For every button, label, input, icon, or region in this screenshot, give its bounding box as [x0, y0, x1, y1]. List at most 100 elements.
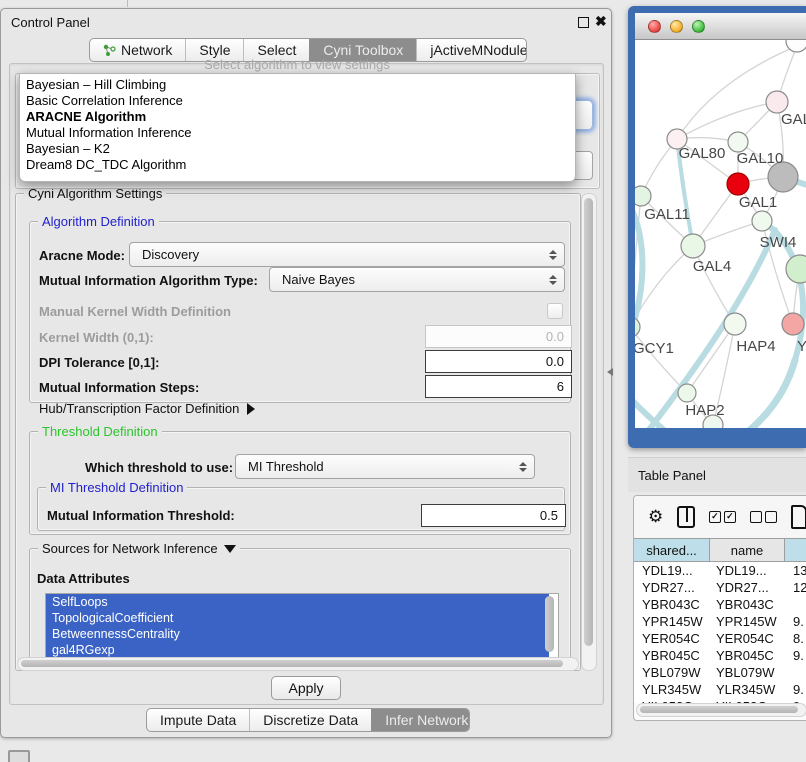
table-hscrollbar[interactable] — [636, 703, 806, 717]
mi-threshold-field[interactable]: 0.5 — [421, 504, 566, 527]
kernel-width-label: Kernel Width (0,1): — [39, 330, 154, 345]
tab-network-label: Network — [121, 42, 172, 58]
cell-shared: YDL19... — [634, 563, 712, 578]
aracne-mode-label: Aracne Mode: — [39, 248, 125, 263]
dropdown-item[interactable]: Mutual Information Inference — [20, 125, 575, 141]
algorithm-select[interactable]: Select algorithm to view settings — [19, 57, 575, 72]
node-label: GAL1 — [739, 194, 777, 211]
cell-shared: YBL079W — [634, 665, 712, 680]
node-label: Y — [797, 338, 806, 355]
split-divider-arrow-icon[interactable] — [607, 368, 613, 376]
cell-extra: 13 — [789, 563, 806, 578]
gear-icon[interactable]: ⚙ — [648, 507, 663, 527]
table-row[interactable]: YDR27... YDR27... 12 — [634, 579, 806, 596]
dpi-tolerance-field[interactable]: 0.0 — [425, 350, 572, 373]
dropdown-item[interactable]: Bayesian – Hill Climbing — [20, 77, 575, 93]
spinner-icon — [546, 275, 560, 285]
node-label: GAL — [781, 111, 806, 128]
mi-type-label: Mutual Information Algorithm Type: — [39, 273, 258, 288]
tab-discretize-data-label: Discretize Data — [263, 712, 358, 728]
kernel-width-field[interactable]: 0.0 — [425, 325, 572, 348]
cell-name: YBR043C — [712, 597, 789, 612]
close-icon[interactable]: ✖ — [595, 15, 607, 27]
dropdown-item-selected[interactable]: ARACNE Algorithm — [20, 109, 575, 125]
table-row[interactable]: YDL19... YDL19... 13 — [634, 562, 806, 579]
cell-name: YLR345W — [712, 682, 789, 697]
dropdown-item[interactable]: Basic Correlation Inference — [20, 93, 575, 109]
table-toolbar: ⚙ ✓✓ — [634, 496, 806, 538]
manual-kernel-checkbox[interactable] — [547, 303, 563, 319]
node-label: SWI4 — [760, 234, 797, 251]
network-window-titlebar[interactable] — [635, 13, 806, 40]
hub-definition-label: Hub/Transcription Factor Definition — [39, 401, 239, 416]
table-row[interactable]: YBR043C YBR043C — [634, 596, 806, 613]
dropdown-item[interactable]: Bayesian – K2 — [20, 141, 575, 157]
cell-name: YDL19... — [712, 563, 789, 578]
algorithm-definition-title: Algorithm Definition — [38, 214, 159, 229]
mac-close-icon[interactable] — [648, 20, 661, 33]
panel-title: Control Panel — [11, 15, 90, 30]
cell-extra: 12 — [789, 580, 806, 595]
tab-impute-data[interactable]: Impute Data — [147, 709, 249, 731]
spinner-icon — [546, 250, 560, 260]
sources-group-title: Sources for Network Inference — [42, 541, 218, 556]
list-item[interactable]: SelfLoops — [46, 594, 549, 610]
mi-steps-field[interactable]: 6 — [425, 375, 572, 398]
column-header-name[interactable]: name — [710, 538, 785, 562]
settings-hscrollbar[interactable] — [17, 657, 579, 671]
node-label: HAP2 — [685, 402, 724, 419]
bottom-tabbar: Impute Data Discretize Data Infer Networ… — [146, 708, 470, 732]
cell-shared: YBR045C — [634, 648, 712, 663]
mac-zoom-icon[interactable] — [692, 20, 705, 33]
table-row[interactable]: YBL079W YBL079W — [634, 664, 806, 681]
node-label: GAL4 — [693, 258, 731, 275]
algorithm-dropdown-popup: Bayesian – Hill Climbing Basic Correlati… — [19, 73, 576, 182]
table-row[interactable]: YBR045C YBR045C 9. — [634, 647, 806, 664]
hub-definition-section[interactable]: Hub/Transcription Factor Definition — [39, 401, 255, 416]
table-hscrollbar-thumb[interactable] — [640, 706, 798, 713]
table-row[interactable]: YLR345W YLR345W 9. — [634, 681, 806, 698]
cell-name: YER054C — [712, 631, 789, 646]
table-row[interactable]: YER054C YER054C 8. — [634, 630, 806, 647]
settings-hscrollbar-thumb[interactable] — [21, 660, 563, 667]
control-panel-window: Control Panel ✖ Network Style Select — [0, 8, 612, 738]
float-icon[interactable] — [578, 17, 589, 28]
list-item[interactable]: gal4RGexp — [46, 642, 549, 658]
dropdown-item[interactable]: Dream8 DC_TDC Algorithm — [20, 157, 575, 173]
which-threshold-select[interactable]: MI Threshold — [235, 454, 535, 479]
top-divider-tick — [127, 0, 128, 7]
which-threshold-value: MI Threshold — [236, 459, 516, 474]
tab-infer-network[interactable]: Infer Network — [371, 709, 470, 731]
apply-button[interactable]: Apply — [271, 676, 341, 700]
tab-select-label: Select — [257, 42, 296, 58]
new-table-icon[interactable] — [791, 505, 806, 529]
tab-cyni-toolbox-label: Cyni Toolbox — [323, 42, 403, 58]
select-all-checks-icon[interactable]: ✓✓ — [709, 511, 736, 523]
table-header: shared... name — [634, 538, 806, 562]
data-attributes-list: SelfLoops TopologicalCoefficient Between… — [45, 593, 559, 663]
aracne-mode-select[interactable]: Discovery — [129, 242, 565, 267]
column-header-extra[interactable] — [785, 538, 806, 562]
deselect-all-checks-icon[interactable] — [750, 511, 777, 523]
tab-jactivemnodules-label: jActiveMNodules — [430, 42, 527, 58]
network-view-window: GAL GAL80 GAL10 GAL1 GAL11 SWI4 GAL4 GCY… — [628, 6, 806, 448]
tab-discretize-data[interactable]: Discretize Data — [249, 709, 371, 731]
manual-kernel-label: Manual Kernel Width Definition — [39, 304, 231, 319]
mi-type-select[interactable]: Naive Bayes — [269, 267, 565, 292]
network-canvas[interactable]: GAL GAL80 GAL10 GAL1 GAL11 SWI4 GAL4 GCY… — [635, 40, 806, 428]
columns-icon[interactable] — [677, 506, 695, 528]
mac-minimize-icon[interactable] — [670, 20, 683, 33]
bottom-left-partial-icon[interactable] — [8, 750, 30, 762]
list-vscrollbar-thumb[interactable] — [545, 596, 554, 652]
column-header-shared[interactable]: shared... — [634, 538, 710, 562]
list-item[interactable]: BetweennessCentrality — [46, 626, 549, 642]
aracne-mode-value: Discovery — [130, 247, 546, 262]
tab-style-label: Style — [199, 42, 230, 58]
list-item[interactable]: TopologicalCoefficient — [46, 610, 549, 626]
cell-name: YBL079W — [712, 665, 789, 680]
table-panel-title: Table Panel — [638, 468, 706, 483]
table-row[interactable]: YPR145W YPR145W 9. — [634, 613, 806, 630]
settings-vscrollbar-thumb[interactable] — [584, 198, 593, 646]
sources-group-title-wrap[interactable]: Sources for Network Inference — [38, 541, 240, 556]
settings-vscrollbar[interactable] — [581, 193, 597, 671]
